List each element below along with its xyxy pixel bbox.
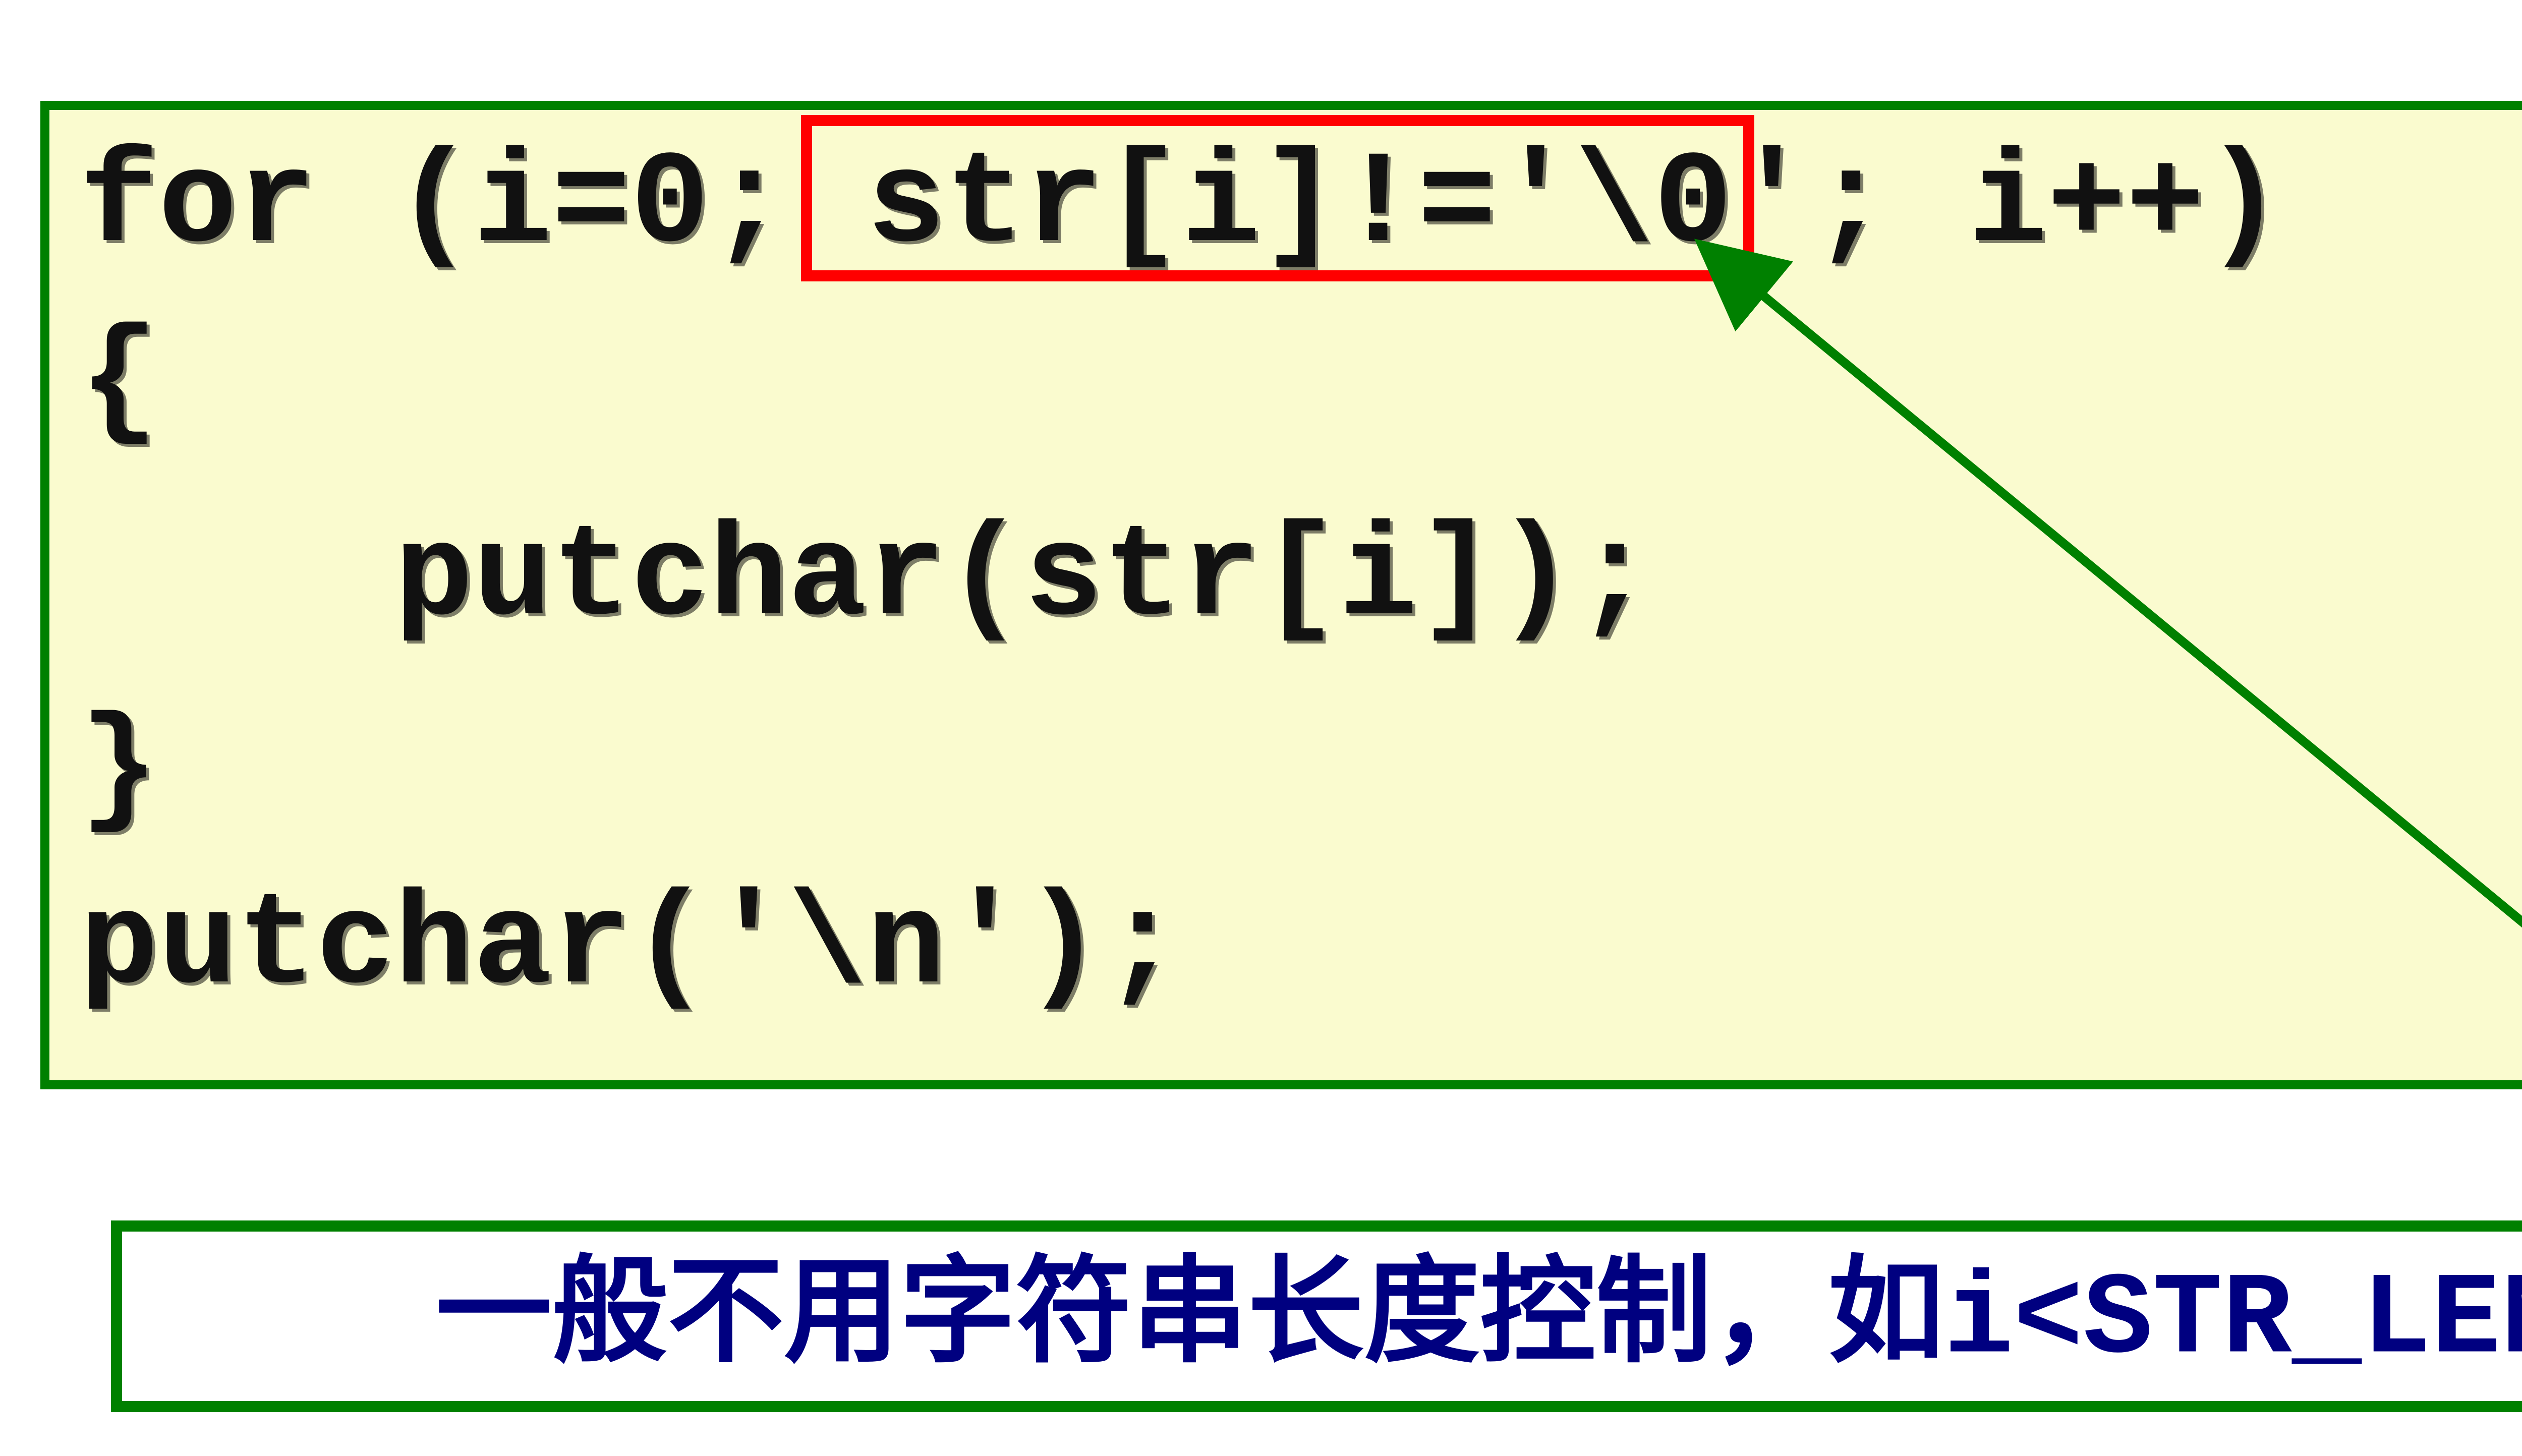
code-line1-suffix: ; i++) — [1811, 132, 2283, 280]
code-line-5: putchar('\n'); — [80, 882, 1181, 1013]
highlight-box — [801, 115, 1754, 281]
annotation-cjk: 一般不用字符串长度控制，如 — [436, 1247, 1944, 1376]
slide: for (i=0; str[i]!='\0'; i++) { putchar(s… — [0, 0, 2522, 1456]
code-line-3: putchar(str[i]); — [80, 513, 1654, 645]
code-line-2: { — [80, 317, 158, 448]
code-line1-prefix: for (i=0; — [80, 132, 867, 280]
annotation-box: 一般不用字符串长度控制，如i<STR_LEN — [111, 1220, 2522, 1412]
code-line-4: } — [80, 705, 158, 836]
code-box: for (i=0; str[i]!='\0'; i++) { putchar(s… — [40, 101, 2522, 1089]
annotation-text: 一般不用字符串长度控制，如i<STR_LEN — [122, 1254, 2522, 1379]
annotation-mono: i<STR_LEN — [1944, 1256, 2522, 1387]
